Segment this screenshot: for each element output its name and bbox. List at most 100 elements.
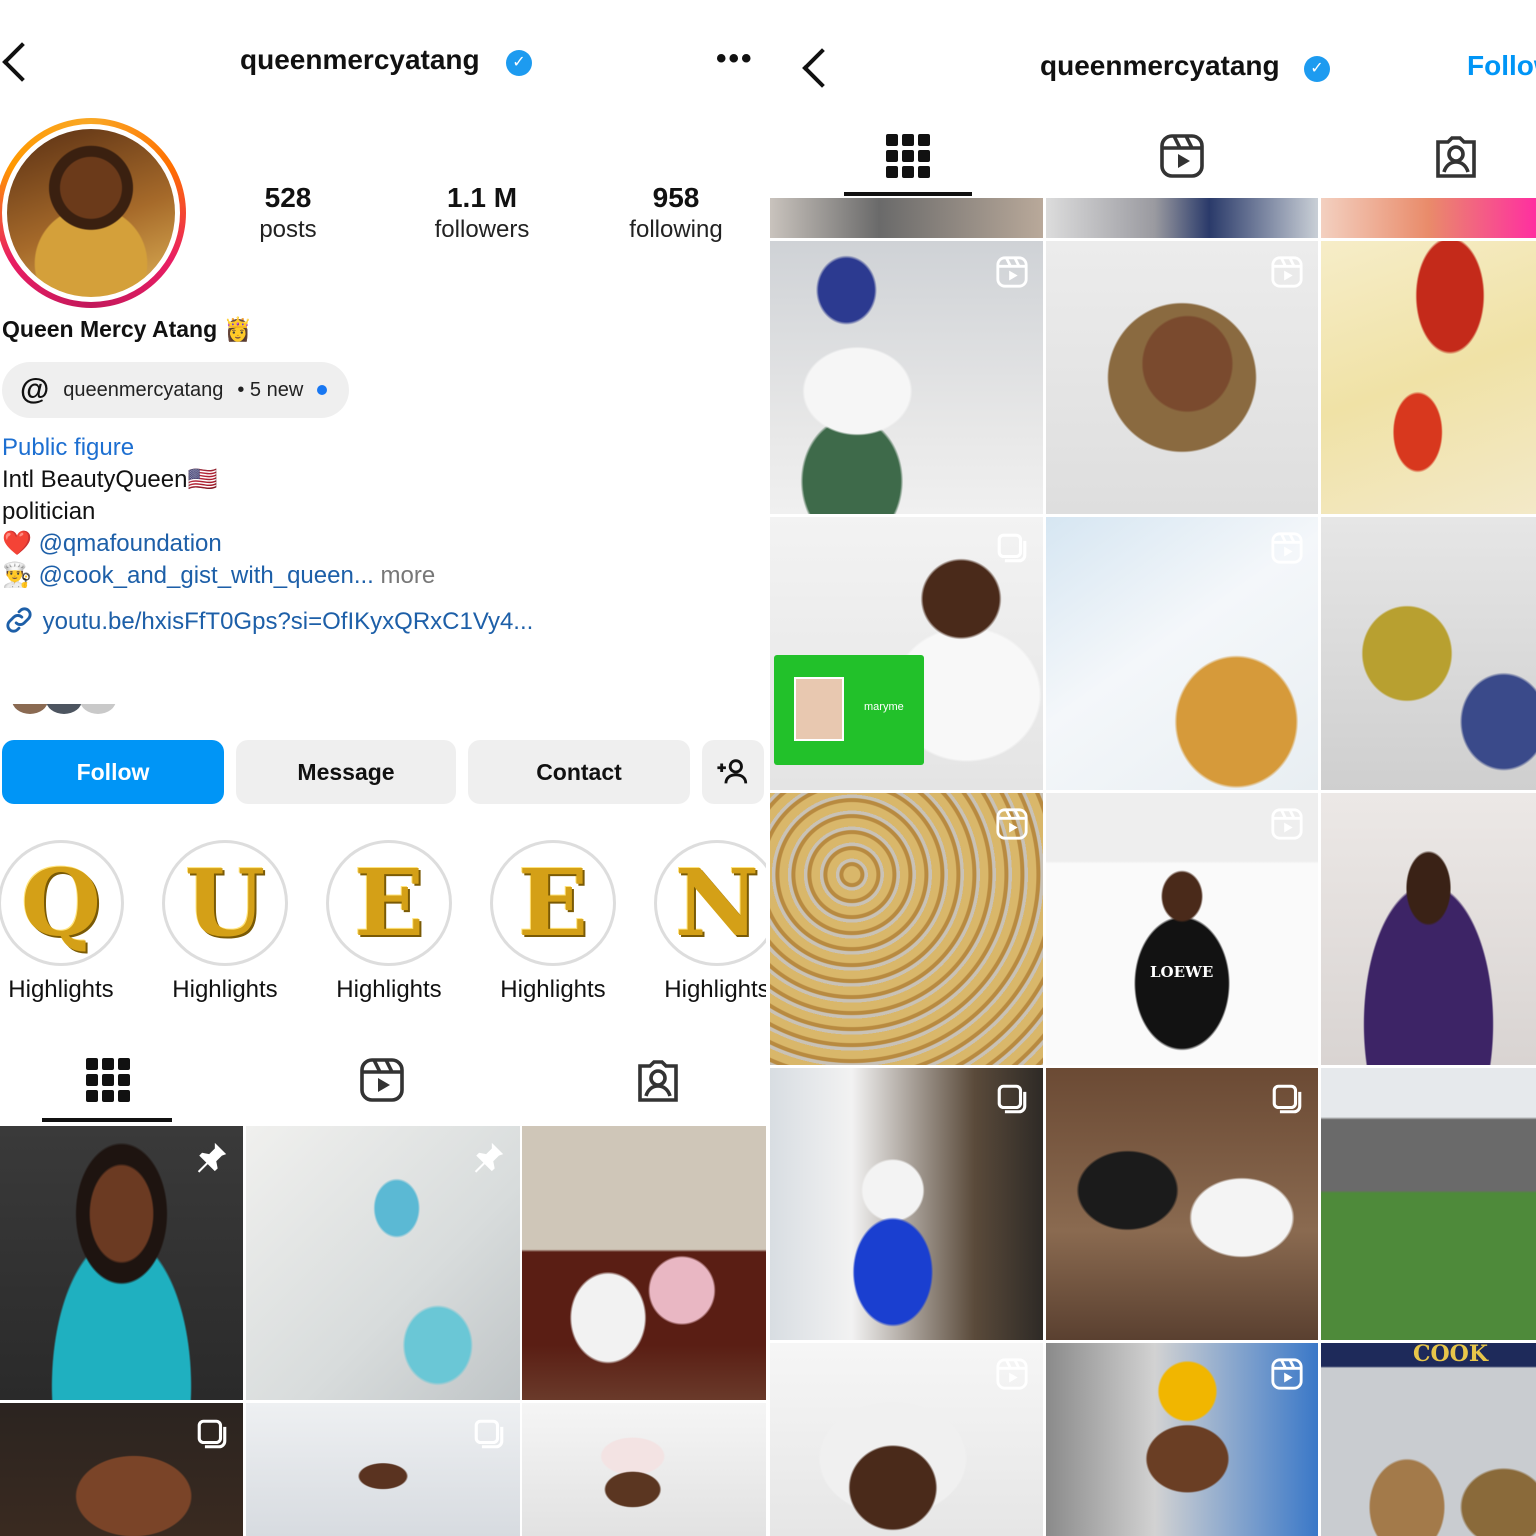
stat-following[interactable]: 958 following — [608, 182, 744, 244]
threads-badge[interactable]: @ queenmercyatang • 5 new — [2, 362, 350, 418]
post-tile[interactable] — [770, 793, 1043, 1065]
reel-icon — [995, 1357, 1029, 1391]
highlight-q[interactable]: Q Highlights — [0, 840, 124, 1004]
highlight-label: Highlights — [172, 976, 278, 1003]
post-tile[interactable] — [1321, 517, 1536, 790]
bio-mention-row-1: ❤️ @qmafoundation — [2, 528, 222, 560]
post-tile[interactable] — [0, 1126, 243, 1400]
post-tile[interactable] — [1321, 241, 1536, 514]
post-tile[interactable]: COOK — [1321, 1343, 1536, 1536]
more-options-icon[interactable]: ••• — [716, 42, 754, 76]
reel-icon — [1270, 807, 1304, 841]
post-tile[interactable] — [1046, 517, 1318, 790]
highlight-n[interactable]: N Highlights — [654, 840, 768, 1004]
tab-tagged[interactable] — [634, 1056, 682, 1109]
tab-grid[interactable] — [84, 1056, 132, 1109]
loewe-shirt-text: LOEWE — [1150, 963, 1214, 981]
bio-line-2: politician — [2, 498, 96, 525]
highlight-e2[interactable]: E Highlights — [490, 840, 616, 1004]
avatar-photo — [7, 129, 175, 297]
tab-reels[interactable] — [1158, 132, 1206, 185]
post-tile[interactable] — [246, 1403, 520, 1536]
link-icon — [6, 607, 32, 633]
carousel-icon — [1270, 1082, 1304, 1116]
followed-by-avatars[interactable] — [12, 704, 122, 716]
message-button[interactable]: Message — [236, 740, 456, 804]
bio-more-link[interactable]: more — [381, 562, 436, 589]
tab-tagged[interactable] — [1432, 132, 1480, 185]
reel-icon — [1270, 531, 1304, 565]
post-tile[interactable] — [0, 1403, 243, 1536]
followers-label: followers — [434, 216, 530, 243]
grid-icon — [886, 134, 930, 178]
post-tile[interactable] — [1046, 1068, 1318, 1340]
post-tile[interactable] — [770, 1068, 1043, 1340]
highlight-label: Highlights — [500, 976, 606, 1003]
bio-category[interactable]: Public figure — [2, 432, 134, 464]
grid-icon — [86, 1058, 130, 1102]
tab-reels[interactable] — [358, 1056, 406, 1109]
carousel-icon — [995, 531, 1029, 565]
posts-count: 528 — [264, 182, 312, 213]
highlight-n-cover: N — [674, 849, 760, 957]
post-tile[interactable] — [522, 1126, 768, 1400]
post-tile[interactable] — [1321, 198, 1536, 238]
highlight-u-cover: U — [184, 849, 266, 957]
profile-avatar[interactable] — [0, 118, 186, 308]
posts-label: posts — [259, 216, 317, 243]
follow-header-link[interactable]: Follow — [1467, 50, 1536, 82]
post-tile[interactable] — [1046, 198, 1318, 238]
threads-icon: @ — [20, 373, 50, 406]
back-chevron-icon[interactable] — [2, 42, 42, 82]
pinned-icon — [195, 1140, 229, 1174]
following-label: following — [629, 216, 723, 243]
profile-panel-left: queenmercyatang ✓ ••• 528 posts 1.1 M fo… — [0, 0, 768, 1536]
verified-badge-icon: ✓ — [506, 50, 532, 76]
post-tile[interactable] — [1321, 793, 1536, 1065]
threads-new-count: • 5 new — [237, 378, 304, 401]
post-tile[interactable] — [246, 1126, 520, 1400]
post-tile[interactable] — [770, 198, 1043, 238]
mention-qmafoundation[interactable]: @qmafoundation — [39, 530, 222, 557]
post-tile[interactable]: LOEWE — [1046, 793, 1318, 1065]
post-tile[interactable] — [1046, 1343, 1318, 1536]
post-tile[interactable] — [1321, 1068, 1536, 1340]
highlight-u[interactable]: U Highlights — [162, 840, 288, 1004]
green-gift-bag: maryme — [774, 655, 924, 765]
add-person-icon — [717, 759, 748, 784]
reels-icon — [360, 1058, 404, 1102]
pinned-icon — [472, 1140, 506, 1174]
threads-handle: queenmercyatang — [63, 378, 224, 401]
heart-emoji-icon: ❤️ — [2, 530, 32, 557]
mention-cook-and-gist[interactable]: @cook_and_gist_with_queen... — [39, 562, 374, 589]
stat-posts[interactable]: 528 posts — [230, 182, 346, 244]
new-indicator-dot — [317, 385, 328, 395]
external-url: youtu.be/hxisFfT0Gps?si=OfIKyxQRxC1Vy4..… — [42, 608, 534, 635]
bag-brand-text: maryme — [864, 701, 904, 713]
active-tab-indicator — [42, 1118, 172, 1122]
profile-panel-right: queenmercyatang ✓ Follow mar — [770, 0, 1536, 1536]
highlight-label: Highlights — [336, 976, 442, 1003]
profile-handle: queenmercyatang — [1040, 50, 1280, 81]
tab-grid[interactable] — [884, 132, 932, 185]
contact-button[interactable]: Contact — [468, 740, 690, 804]
post-tile[interactable] — [522, 1403, 768, 1536]
suggest-people-button[interactable] — [702, 740, 764, 804]
stat-followers[interactable]: 1.1 M followers — [412, 182, 552, 244]
follow-button[interactable]: Follow — [2, 740, 224, 804]
reels-icon — [1160, 134, 1204, 178]
chef-emoji-icon: 👨‍🍳 — [2, 562, 32, 589]
post-tile[interactable] — [770, 241, 1043, 514]
highlight-label: Highlights — [8, 976, 114, 1003]
post-tile[interactable]: maryme — [770, 517, 1043, 790]
highlight-e1[interactable]: E Highlights — [326, 840, 452, 1004]
profile-handle: queenmercyatang — [240, 44, 480, 75]
display-name: Queen Mercy Atang 👸 — [2, 316, 253, 342]
active-tab-indicator — [844, 192, 972, 196]
carousel-icon — [472, 1417, 506, 1451]
back-chevron-icon[interactable] — [802, 48, 842, 88]
post-tile[interactable] — [1046, 241, 1318, 514]
post-tile[interactable] — [770, 1343, 1043, 1536]
bio-external-link[interactable]: youtu.be/hxisFfT0Gps?si=OfIKyxQRxC1Vy4..… — [2, 603, 533, 638]
highlight-e2-cover: E — [517, 849, 589, 957]
